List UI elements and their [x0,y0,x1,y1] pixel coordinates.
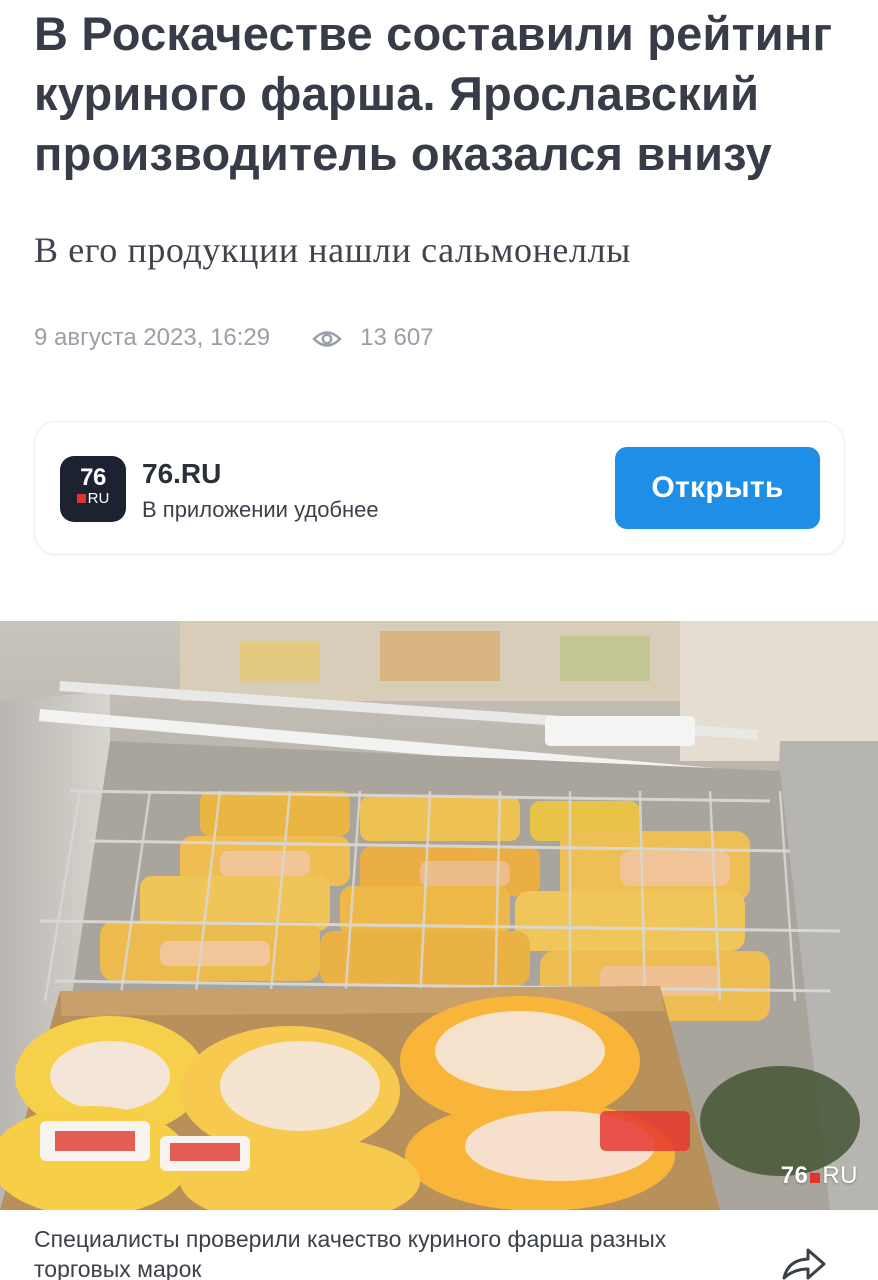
publish-date: 9 августа 2023, 16:29 [34,324,271,351]
view-count: 13 607 [360,324,434,351]
share-icon[interactable] [780,1244,828,1280]
app-logo-suffix: RU [87,490,110,507]
watermark-number: 76 [780,1162,809,1189]
photo-watermark: 76 RU [781,1162,858,1190]
photo-caption: Специалисты проверили качество куриного … [34,1226,667,1280]
photo-chicken-freezer-illustration [0,621,878,1210]
app-logo: 76 RU [60,456,126,522]
app-banner: 76 RU 76.RU В приложении удобнее Открыть [34,421,845,555]
eye-icon [312,328,342,348]
open-app-button[interactable]: Открыть [615,447,820,529]
article-subtitle: В его продукции нашли сальмонеллы [34,230,631,270]
app-logo-suffix-row: RU [60,491,126,507]
watermark-suffix: RU [822,1162,858,1189]
app-logo-number: 76 [80,464,106,491]
app-tagline: В приложении удобнее [142,497,379,522]
article-headline: В Роскачестве составили рейтинг куриного… [34,7,833,180]
article-photo[interactable]: 76 RU [0,621,878,1210]
article-meta: 9 августа 2023, 16:29 13 607 [34,320,434,356]
app-name: 76.RU [142,458,222,489]
